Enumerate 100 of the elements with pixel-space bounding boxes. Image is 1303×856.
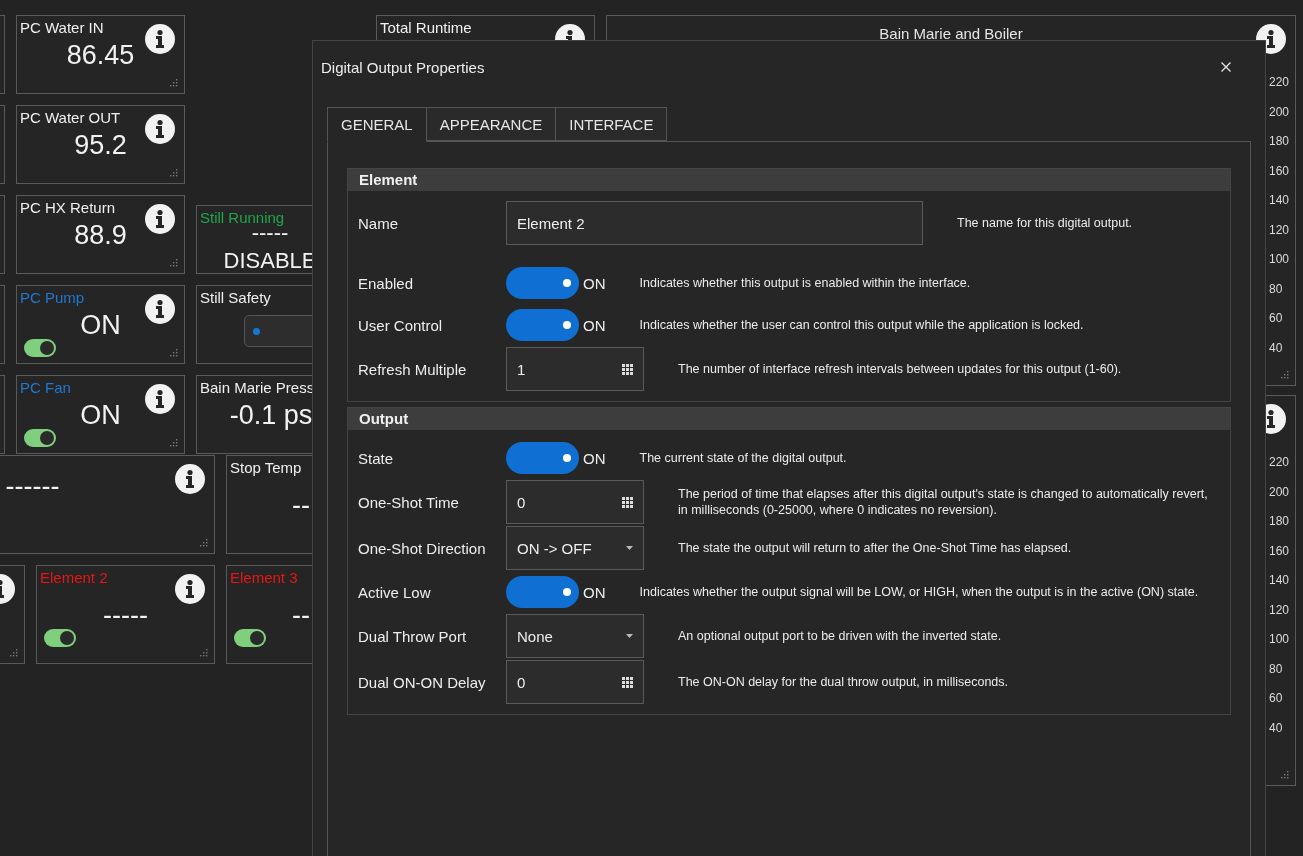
- keypad-icon[interactable]: [622, 676, 633, 688]
- axis-label: 120: [1268, 602, 1289, 617]
- close-icon: [1221, 62, 1231, 72]
- tab[interactable]: INTERFACE: [555, 107, 668, 141]
- toggle-switch[interactable]: [506, 442, 579, 474]
- axis-label: 140: [1268, 193, 1289, 208]
- field-description: The state the output will return to after the One-Shot Time has elapsed.: [678, 540, 1072, 556]
- toggle-switch[interactable]: [44, 629, 76, 647]
- tile-title: PC Water IN: [20, 18, 104, 37]
- field-label: Dual ON-ON Delay: [358, 673, 487, 691]
- tile-value: ON: [80, 399, 121, 431]
- tile-title: PC Pump: [20, 288, 85, 307]
- dropdown[interactable]: None: [506, 614, 644, 658]
- resize-grip-icon[interactable]: [199, 538, 208, 547]
- tile-value: -0.1 ps: [229, 399, 313, 431]
- axis-label: 160: [1268, 543, 1289, 558]
- toggle-switch[interactable]: [506, 309, 579, 341]
- resize-grip-icon[interactable]: [169, 438, 178, 447]
- info-icon[interactable]: [145, 24, 175, 54]
- axis-label: 180: [1268, 134, 1289, 149]
- tile-title: Still Running: [200, 208, 285, 227]
- tile-title: PC Fan: [20, 378, 71, 397]
- tile-title: PC HX Return: [20, 198, 116, 217]
- axis-label: 40: [1268, 340, 1284, 355]
- dialog-title: Digital Output Properties: [321, 58, 485, 76]
- keypad-icon[interactable]: [622, 496, 633, 508]
- axis-label: 220: [1268, 455, 1289, 469]
- axis-label: 200: [1268, 484, 1289, 499]
- keypad-icon[interactable]: [622, 363, 633, 375]
- tile-title: Still Safety: [200, 288, 271, 307]
- axis-label: 60: [1268, 311, 1284, 326]
- field-label: Dual Throw Port: [358, 627, 468, 645]
- info-icon[interactable]: [145, 384, 175, 414]
- toggle-switch[interactable]: [506, 576, 579, 608]
- tile-title: Element 3: [230, 568, 298, 587]
- field-label: One-Shot Direction: [358, 539, 487, 557]
- section-header: Output: [348, 408, 1230, 430]
- toggle-switch[interactable]: [234, 629, 266, 647]
- tile-value: --: [292, 489, 310, 521]
- tab[interactable]: APPEARANCE: [425, 107, 557, 141]
- resize-grip-icon[interactable]: [169, 168, 178, 177]
- axis-label: 40: [1268, 720, 1284, 735]
- axis-label: 80: [1268, 661, 1284, 676]
- resize-grip-icon[interactable]: [199, 648, 208, 657]
- axis-label: 220: [1268, 75, 1289, 89]
- field-label: Active Low: [358, 583, 432, 601]
- axis-label: 200: [1268, 104, 1289, 119]
- field-description: The number of interface refresh intervals between updates for this output (1-60).: [678, 361, 1122, 377]
- toggle-switch[interactable]: [24, 429, 56, 447]
- toggle-state: ON: [583, 583, 606, 601]
- field-description: The period of time that elapses after this digital output's state is changed to automatically revert, in milliseconds (0-25000, where 0 indicates no reversion).: [678, 486, 1209, 518]
- resize-grip-icon[interactable]: [169, 258, 178, 267]
- tile-value: -----: [103, 599, 148, 631]
- axis-label: 100: [1268, 632, 1289, 647]
- name-field[interactable]: Element 2: [506, 201, 923, 245]
- resize-grip-icon[interactable]: [169, 348, 178, 357]
- axis-label: 140: [1268, 573, 1289, 588]
- toggle-switch[interactable]: [506, 267, 579, 299]
- tab[interactable]: GENERAL: [327, 107, 427, 142]
- axis-label: 100: [1268, 252, 1289, 267]
- axis-label: 120: [1268, 222, 1289, 237]
- tile-value: ------: [5, 470, 60, 502]
- field-description: Indicates whether this output is enabled within the interface.: [639, 275, 971, 291]
- field-label: Refresh Multiple: [358, 360, 468, 378]
- tile-title: PC Water OUT: [20, 108, 121, 127]
- resize-grip-icon[interactable]: [9, 648, 18, 657]
- tile-value: 86.45: [66, 39, 135, 71]
- field-label: One-Shot Time: [358, 493, 460, 511]
- caret-icon: [626, 546, 633, 550]
- field-label: Name: [358, 214, 399, 232]
- field-label: Enabled: [358, 274, 415, 292]
- info-icon[interactable]: [175, 464, 205, 494]
- info-icon[interactable]: [145, 114, 175, 144]
- toggle-switch[interactable]: [24, 339, 56, 357]
- field-description: The ON-ON delay for the dual throw output, in milliseconds.: [678, 674, 1008, 690]
- resize-grip-icon[interactable]: [1280, 370, 1289, 379]
- field-label: State: [358, 449, 395, 467]
- info-icon[interactable]: [145, 204, 175, 234]
- field-label: User Control: [358, 316, 444, 334]
- axis-label: 160: [1268, 163, 1289, 178]
- tile-value: --: [292, 599, 310, 631]
- info-icon[interactable]: [175, 574, 205, 604]
- number-field[interactable]: 1: [506, 347, 644, 391]
- tile-value: DISABLE: [223, 247, 317, 275]
- dropdown[interactable]: ON -> OFF: [506, 526, 644, 570]
- resize-grip-icon[interactable]: [1280, 770, 1289, 779]
- tile-title: Total Runtime: [380, 18, 472, 37]
- axis-label: 180: [1268, 514, 1289, 529]
- field-description: An optional output port to be driven with the inverted state.: [678, 628, 1002, 644]
- tile-value: 88.9: [74, 219, 127, 251]
- toggle-state: ON: [583, 449, 606, 467]
- number-field[interactable]: 0: [506, 480, 644, 524]
- tile-value: ON: [80, 309, 121, 341]
- info-icon[interactable]: [145, 294, 175, 324]
- tile-title: Stop Temp: [230, 458, 302, 477]
- number-field[interactable]: 0: [506, 660, 644, 704]
- field-description: Indicates whether the output signal will be LOW, or HIGH, when the output is in the active (ON) state.: [639, 584, 1199, 600]
- axis-label: 60: [1268, 691, 1284, 706]
- field-description: Indicates whether the user can control this output while the application is locked.: [639, 317, 1084, 333]
- resize-grip-icon[interactable]: [169, 78, 178, 87]
